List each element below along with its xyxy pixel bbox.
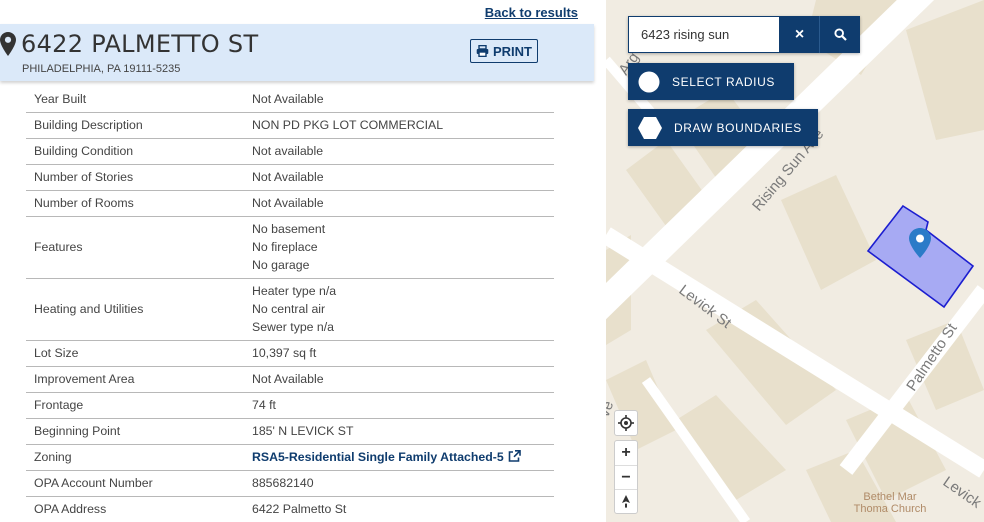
select-radius-label: SELECT RADIUS <box>672 74 775 89</box>
reset-bearing-button[interactable] <box>615 489 637 513</box>
detail-value: Heater type n/a No central air Sewer type … <box>252 278 554 340</box>
print-icon <box>476 45 489 57</box>
detail-label: Features <box>34 240 83 254</box>
zoning-link-text: RSA5-Residential Single Family Attached-… <box>252 450 504 464</box>
detail-row: Number of Rooms Not Available <box>26 190 554 216</box>
detail-label: Lot Size <box>34 346 79 360</box>
detail-row: Building Description NON PD PKG LOT COMME… <box>26 112 554 138</box>
detail-value: Not Available <box>252 86 554 112</box>
detail-value: RSA5-Residential Single Family Attached-… <box>252 444 554 470</box>
map-search-input[interactable] <box>628 16 780 53</box>
search-button[interactable] <box>820 16 860 53</box>
detail-value: 6422 Palmetto St <box>252 496 554 522</box>
detail-label: Number of Rooms <box>34 196 134 210</box>
detail-row: OPA Address 6422 Palmetto St <box>26 496 554 522</box>
detail-row: Frontage 74 ft <box>26 392 554 418</box>
detail-row: Zoning RSA5-Residential Single Family Att… <box>26 444 554 470</box>
circle-icon <box>638 71 660 92</box>
detail-row: Number of Stories Not Available <box>26 164 554 190</box>
locate-me-button[interactable] <box>614 410 638 436</box>
property-city: PHILADELPHIA, PA 19111-5235 <box>22 63 181 75</box>
clear-search-button[interactable]: × <box>780 16 820 53</box>
zoom-controls: + − <box>614 440 638 514</box>
detail-value-line: No garage <box>252 258 310 272</box>
detail-row: Features No basement No fireplace No garage <box>26 216 554 278</box>
detail-label: Building Condition <box>34 144 134 158</box>
detail-value-line: No central air <box>252 302 326 316</box>
detail-row: Improvement Area Not Available <box>26 366 554 392</box>
hexagon-icon <box>638 116 662 139</box>
detail-value: 885682140 <box>252 470 554 496</box>
poi-label-line2: Thoma Church <box>854 503 927 515</box>
detail-row: Beginning Point 185' N LEVICK ST <box>26 418 554 444</box>
search-icon <box>833 28 847 41</box>
detail-row: OPA Account Number 885682140 <box>26 470 554 496</box>
detail-row: Heating and Utilities Heater type n/a No c… <box>26 278 554 340</box>
detail-label: Year Built <box>34 91 87 106</box>
detail-value-line: Not Available <box>252 196 324 210</box>
detail-value-line: NON PD PKG LOT COMMERCIAL <box>252 118 444 132</box>
detail-label: Number of Stories <box>34 170 134 184</box>
detail-row: Year Built Not Available <box>26 86 554 112</box>
property-details-table: Year Built Not Available Building Descript… <box>26 86 554 522</box>
property-panel: Back to results 6422 PALMETTO ST PHILADE… <box>0 0 606 522</box>
map-panel[interactable]: Rising Sun Ave Levick St Palmetto St Lev… <box>606 0 984 522</box>
detail-value-line: 10,397 sq ft <box>252 346 317 360</box>
detail-value: No basement No fireplace No garage <box>252 216 554 278</box>
detail-label: Heating and Utilities <box>34 302 144 316</box>
print-button[interactable]: PRINT <box>470 39 538 63</box>
detail-row: Building Condition Not available <box>26 138 554 164</box>
draw-boundaries-button[interactable]: DRAW BOUNDARIES <box>628 109 818 146</box>
zoning-link[interactable]: RSA5-Residential Single Family Attached-… <box>252 450 521 464</box>
detail-label: Improvement Area <box>34 372 135 386</box>
detail-value: NON PD PKG LOT COMMERCIAL <box>252 112 554 138</box>
property-address: 6422 PALMETTO ST <box>21 30 259 58</box>
poi-label-line1: Bethel Mar <box>863 491 917 503</box>
zoom-out-button[interactable]: − <box>615 465 637 489</box>
compass-icon <box>622 494 630 508</box>
detail-value-line: Not Available <box>252 372 324 386</box>
detail-value-line: Not Available <box>252 91 324 106</box>
locate-icon <box>618 415 634 431</box>
detail-label: Beginning Point <box>34 424 121 438</box>
detail-value: 185' N LEVICK ST <box>252 418 554 444</box>
zoom-in-button[interactable]: + <box>615 441 637 465</box>
detail-row: Lot Size 10,397 sq ft <box>26 340 554 366</box>
detail-value-line: Not Available <box>252 170 324 184</box>
detail-label: Frontage <box>34 398 84 412</box>
detail-value-line: No fireplace <box>252 240 318 254</box>
back-to-results-link[interactable]: Back to results <box>485 5 578 20</box>
close-icon: × <box>794 25 805 43</box>
detail-value-line: 185' N LEVICK ST <box>252 424 354 438</box>
map-search: × <box>628 16 860 53</box>
map-marker-icon <box>0 32 16 56</box>
detail-value: Not available <box>252 138 554 164</box>
select-radius-button[interactable]: SELECT RADIUS <box>628 63 794 100</box>
detail-value-line: No basement <box>252 222 326 236</box>
detail-label: OPA Address <box>34 502 107 516</box>
address-header: 6422 PALMETTO ST PHILADELPHIA, PA 19111-… <box>0 24 594 81</box>
detail-value: 74 ft <box>252 392 554 418</box>
detail-label: Building Description <box>34 118 143 132</box>
detail-value-line: 74 ft <box>252 398 276 412</box>
detail-value-line: Not available <box>252 144 324 158</box>
detail-label: Zoning <box>34 450 72 464</box>
detail-label: OPA Account Number <box>34 476 153 490</box>
external-link-icon <box>508 450 521 462</box>
detail-value-line: 6422 Palmetto St <box>252 502 347 516</box>
detail-value-line: Heater type n/a <box>252 284 337 298</box>
detail-value-line: 885682140 <box>252 476 314 490</box>
detail-value: 10,397 sq ft <box>252 340 554 366</box>
draw-boundaries-label: DRAW BOUNDARIES <box>674 120 802 135</box>
detail-value-line: Sewer type n/a <box>252 320 335 334</box>
print-label: PRINT <box>493 43 532 59</box>
detail-value: Not Available <box>252 366 554 392</box>
detail-value: Not Available <box>252 190 554 216</box>
poi-label: Bethel Mar Thoma Church <box>854 491 927 515</box>
detail-value: Not Available <box>252 164 554 190</box>
